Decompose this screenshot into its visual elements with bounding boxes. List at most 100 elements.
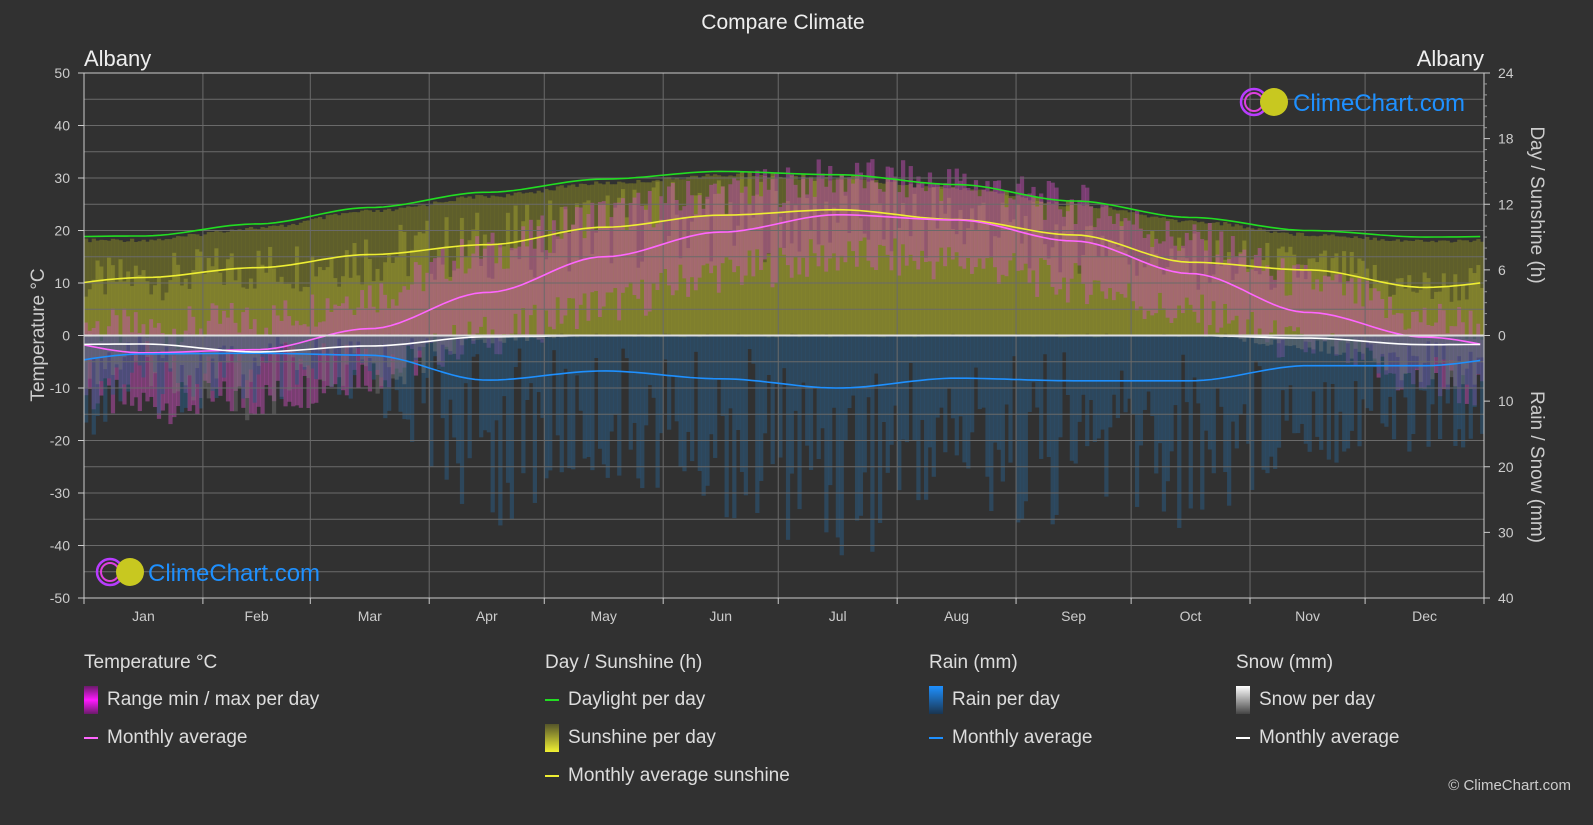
snow-bar xyxy=(406,335,411,343)
rain-bar xyxy=(877,335,883,523)
rain-bar xyxy=(835,335,841,538)
snow-bar xyxy=(1399,335,1404,381)
temp-range-bar xyxy=(1296,264,1301,328)
sunshine-bar xyxy=(256,250,261,336)
snow-bar xyxy=(1464,335,1470,369)
temp-range-bar xyxy=(1004,207,1009,277)
rain-bar xyxy=(548,335,553,471)
temp-range-bar xyxy=(1292,265,1297,332)
y-tick-label-left: 50 xyxy=(54,65,70,81)
sunshine-bar xyxy=(268,246,273,336)
sunshine-bar xyxy=(160,300,165,336)
snow-bar xyxy=(1338,335,1343,355)
rain-bar xyxy=(620,335,626,349)
temp-range-bar xyxy=(693,214,699,291)
legend-title: Day / Sunshine (h) xyxy=(545,652,703,673)
temp-range-bar xyxy=(594,230,599,291)
temp-range-bar xyxy=(785,167,791,266)
sunshine-bar xyxy=(237,267,242,336)
sunshine-bar xyxy=(103,294,108,336)
temp-range-bar xyxy=(624,230,630,288)
snow-bar xyxy=(1422,335,1427,363)
rain-bar xyxy=(678,335,683,467)
watermark-text: ClimeChart.com xyxy=(1293,90,1465,117)
snow-bar xyxy=(1453,335,1458,387)
x-tick-label: Sep xyxy=(1061,608,1086,624)
legend-label: Monthly average xyxy=(952,727,1093,748)
y-axis-right-bottom-title: Rain / Snow (mm) xyxy=(1526,391,1547,543)
temp-range-bar xyxy=(1146,234,1151,311)
rain-bar xyxy=(655,335,660,488)
rain-bar xyxy=(858,335,864,516)
rain-bar xyxy=(1219,335,1224,407)
line-swatch-icon xyxy=(84,737,98,739)
temp-range-bar xyxy=(617,202,622,321)
line-swatch-icon xyxy=(1236,737,1250,739)
sunshine-bar xyxy=(179,285,185,336)
rain-bar xyxy=(1204,335,1209,431)
rain-bar xyxy=(996,335,1002,450)
rain-bar xyxy=(632,335,637,423)
rain-bar xyxy=(1092,335,1098,442)
rain-bar xyxy=(613,335,618,415)
rain-bar xyxy=(337,335,342,395)
snow-bar xyxy=(87,335,93,379)
rain-bar xyxy=(383,335,388,419)
rain-bar xyxy=(628,335,633,450)
y-tick-label-right-top: 18 xyxy=(1498,131,1514,147)
rain-bar xyxy=(709,335,714,435)
snow-bar xyxy=(352,335,357,354)
rain-bar xyxy=(1046,335,1051,458)
rain-bar xyxy=(601,335,607,465)
snow-bar xyxy=(103,335,108,370)
sunshine-bar xyxy=(145,281,150,336)
x-tick-label: Nov xyxy=(1295,608,1320,624)
rain-bar xyxy=(1008,335,1013,463)
snow-bar xyxy=(433,335,438,352)
rain-bar xyxy=(586,335,591,458)
temp-range-bar xyxy=(973,180,979,268)
temp-range-bar xyxy=(1058,209,1063,290)
y-tick-label-left: -40 xyxy=(50,538,70,554)
legend-label: Monthly average sunshine xyxy=(568,765,790,786)
temp-range-bar xyxy=(670,183,676,296)
logo-sun-icon xyxy=(116,558,144,586)
temp-range-bar xyxy=(490,232,495,330)
temp-range-bar xyxy=(1027,193,1032,284)
temp-range-bar xyxy=(1299,269,1305,334)
temp-range-bar xyxy=(674,199,679,291)
temp-range-bar xyxy=(1330,280,1335,334)
rain-bar xyxy=(467,335,472,459)
temp-range-bar xyxy=(563,206,568,316)
rain-bar xyxy=(590,335,595,471)
snow-bar xyxy=(1380,335,1385,354)
snow-bar xyxy=(1411,335,1416,356)
sunshine-bar xyxy=(1407,275,1412,336)
rain-bar xyxy=(1119,335,1124,371)
sunshine-bar xyxy=(183,278,188,336)
sunshine-bar xyxy=(1046,258,1051,336)
rain-bar xyxy=(874,335,879,374)
temp-range-bar xyxy=(908,166,913,255)
legend-item: Range min / max per day xyxy=(84,686,319,714)
rain-bar xyxy=(789,335,794,474)
legend-item: Monthly average sunshine xyxy=(545,764,790,788)
rain-bar xyxy=(950,335,956,419)
legend-item: Daylight per day xyxy=(545,688,790,712)
legend-snow: Snow (mm) Snow per day Monthly average xyxy=(1236,652,1399,764)
snow-bar xyxy=(310,335,315,350)
rain-bar xyxy=(1058,335,1063,438)
temp-range-bar xyxy=(1077,200,1082,266)
sunshine-bar xyxy=(195,249,200,336)
temp-range-bar xyxy=(548,252,553,327)
snow-bar xyxy=(444,335,449,350)
location-right: Albany xyxy=(1417,46,1484,71)
temp-range-bar xyxy=(1108,216,1113,289)
rain-bar xyxy=(697,335,702,471)
temp-range-bar xyxy=(755,170,760,250)
temp-range-bar xyxy=(686,181,691,297)
y-tick-label-right-bottom: 40 xyxy=(1498,590,1514,606)
temp-range-bar xyxy=(1307,271,1312,342)
snow-bar xyxy=(248,335,254,382)
rain-bar xyxy=(889,335,894,445)
